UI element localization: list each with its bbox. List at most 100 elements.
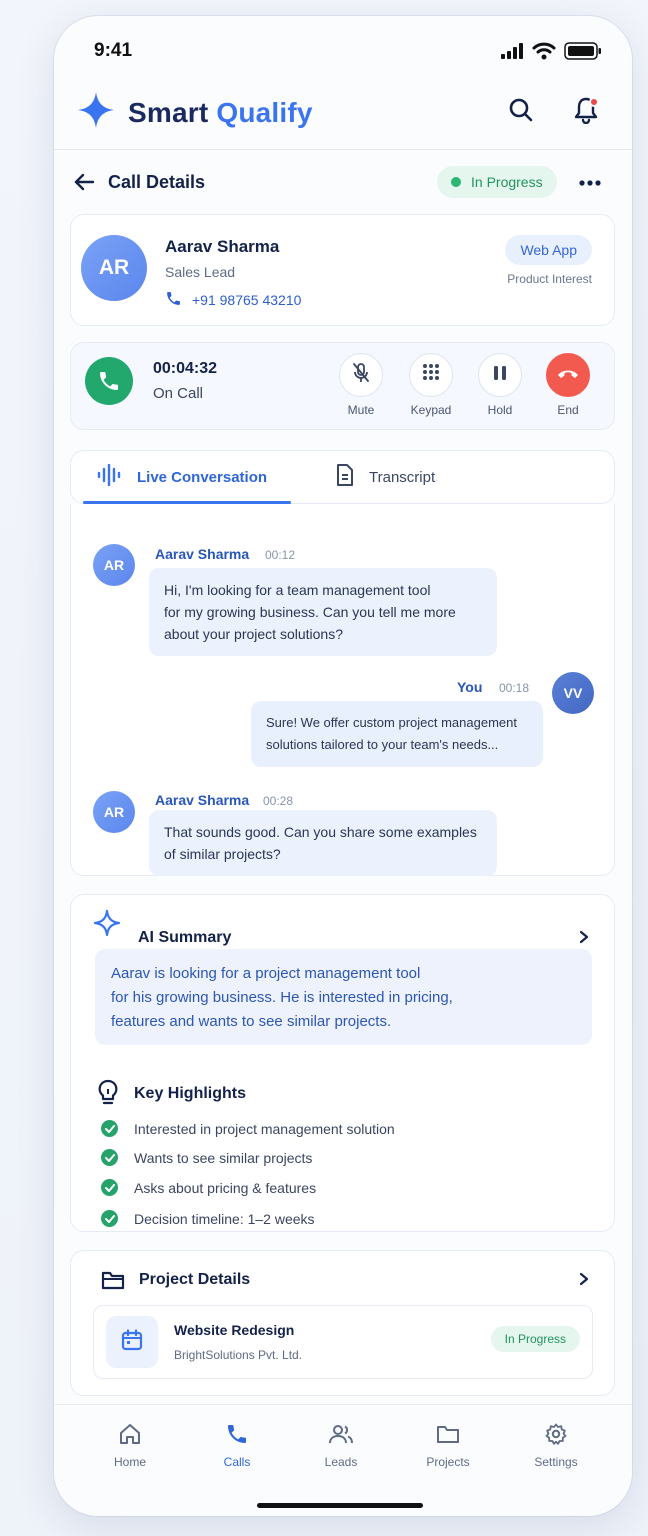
message-text-line: solutions tailored to your team's needs.… bbox=[266, 737, 499, 752]
message-time: 00:18 bbox=[499, 681, 530, 695]
status-time: 9:41 bbox=[94, 40, 133, 61]
message-avatar: AR bbox=[93, 544, 135, 586]
project-details-card: Project Details Website Redesign BrightS… bbox=[70, 1250, 615, 1396]
tab-transcript-label: Transcript bbox=[369, 468, 436, 486]
nav-item-calls[interactable]: Calls bbox=[197, 1421, 277, 1469]
nav-item-projects[interactable]: Projects bbox=[408, 1421, 488, 1469]
message-time: 00:12 bbox=[265, 548, 296, 562]
ai-summary-text: Aarav is looking for a project managemen… bbox=[95, 949, 592, 1045]
battery-icon bbox=[564, 42, 602, 65]
tab-live-label: Live Conversation bbox=[137, 468, 268, 486]
highlight-item: Interested in project management solutio… bbox=[101, 1120, 395, 1137]
status-bar: 9:41 bbox=[54, 16, 632, 86]
hold-button-circle[interactable] bbox=[478, 353, 522, 397]
app-title-main: Smart bbox=[128, 96, 209, 128]
mute-button[interactable]: Mute bbox=[331, 353, 391, 417]
home-indicator bbox=[257, 1503, 423, 1508]
settings-icon bbox=[516, 1421, 596, 1447]
call-status-badge: In Progress bbox=[437, 166, 557, 198]
message-time: 00:28 bbox=[263, 794, 294, 808]
mute-label: Mute bbox=[347, 403, 375, 417]
message-text-line: Hi, I'm looking for a team management to… bbox=[164, 582, 431, 598]
contact-avatar: AR bbox=[81, 235, 147, 301]
nav-label-home: Home bbox=[113, 1455, 146, 1469]
message-sender: Aarav Sharma bbox=[155, 546, 250, 562]
check-icon bbox=[101, 1149, 118, 1166]
nav-label-settings: Settings bbox=[534, 1455, 578, 1469]
nav-label-projects: Projects bbox=[426, 1455, 470, 1469]
chevron-right-icon bbox=[579, 1272, 589, 1291]
call-state: On Call bbox=[153, 385, 204, 402]
contact-name: Aarav Sharma bbox=[165, 237, 280, 256]
app-title: Smart Qualify bbox=[128, 97, 313, 129]
conversation-panel: AR Aarav Sharma 00:12 Hi, I'm looking fo… bbox=[70, 504, 615, 876]
conversation-tabs: Live Conversation Transcript bbox=[70, 450, 615, 504]
project-item[interactable]: Website Redesign BrightSolutions Pvt. Lt… bbox=[93, 1305, 593, 1379]
folder-icon bbox=[101, 1269, 125, 1296]
nav-item-leads[interactable]: Leads bbox=[301, 1421, 381, 1469]
ai-summary-title: AI Summary bbox=[138, 929, 232, 946]
more-button[interactable] bbox=[574, 166, 606, 198]
keypad-label: Keypad bbox=[410, 403, 452, 417]
document-icon bbox=[335, 463, 355, 491]
message-text-line: Sure! We offer custom project management bbox=[266, 715, 517, 730]
search-button[interactable] bbox=[501, 92, 541, 132]
message-sender: Aarav Sharma bbox=[155, 792, 250, 808]
notification-dot bbox=[589, 97, 599, 107]
end-call-icon bbox=[556, 366, 580, 384]
project-icon bbox=[106, 1316, 158, 1368]
mic-off-icon bbox=[351, 362, 371, 389]
keypad-button-circle[interactable] bbox=[409, 353, 453, 397]
call-control-card: 00:04:32 On Call Mute Keypad Hold End bbox=[70, 342, 615, 430]
hold-button[interactable]: Hold bbox=[470, 353, 530, 417]
bottom-nav: Home Calls Leads Projects Settings bbox=[54, 1404, 632, 1516]
message-text-line: of similar projects? bbox=[164, 846, 281, 862]
message-text-line: about your project solutions? bbox=[164, 626, 343, 642]
status-dot bbox=[451, 177, 461, 187]
contact-phone-number: +91 98765 43210 bbox=[192, 292, 302, 308]
waveform-icon bbox=[97, 463, 123, 490]
product-interest-chip: Web App bbox=[505, 235, 592, 265]
tab-transcript[interactable]: Transcript bbox=[335, 451, 435, 503]
users-icon bbox=[301, 1421, 381, 1447]
phone-frame: 9:41 Smart Qualify Call Details In Progr… bbox=[54, 16, 632, 1516]
back-button[interactable] bbox=[70, 170, 98, 198]
app-title-accent: Qualify bbox=[216, 96, 313, 128]
highlight-text: Decision timeline: 1–2 weeks bbox=[134, 1210, 315, 1227]
message-text-line: for my growing business. Can you tell me… bbox=[164, 604, 456, 620]
nav-item-settings[interactable]: Settings bbox=[516, 1421, 596, 1469]
back-arrow-icon bbox=[73, 173, 95, 196]
highlight-item: Decision timeline: 1–2 weeks bbox=[101, 1210, 315, 1227]
ai-summary-card: AI Summary Aarav is looking for a projec… bbox=[70, 894, 615, 1232]
calendar-icon bbox=[120, 1328, 144, 1357]
lightbulb-icon bbox=[97, 1079, 119, 1112]
project-details-expand-button[interactable] bbox=[574, 1271, 594, 1291]
project-company: BrightSolutions Pvt. Ltd. bbox=[174, 1348, 303, 1362]
message-sender-you: You bbox=[457, 679, 483, 695]
contact-role: Sales Lead bbox=[165, 264, 236, 280]
project-name: Website Redesign bbox=[174, 1322, 295, 1338]
phone-icon bbox=[165, 290, 182, 310]
end-call-button[interactable]: End bbox=[538, 353, 598, 417]
message-bubble-you: Sure! We offer custom project management… bbox=[251, 701, 543, 767]
end-call-button-circle[interactable] bbox=[546, 353, 590, 397]
chevron-right-icon bbox=[579, 930, 589, 949]
message-text-line: That sounds good. Can you share some exa… bbox=[164, 824, 477, 840]
message-avatar: AR bbox=[93, 791, 135, 833]
product-interest-label: Product Interest bbox=[507, 272, 592, 286]
keypad-button[interactable]: Keypad bbox=[401, 353, 461, 417]
contact-phone[interactable]: +91 98765 43210 bbox=[165, 290, 301, 310]
pause-icon bbox=[493, 365, 507, 386]
key-highlights-title: Key Highlights bbox=[134, 1085, 247, 1102]
nav-label-calls: Calls bbox=[223, 1455, 251, 1469]
more-icon bbox=[579, 173, 601, 191]
message-bubble: Hi, I'm looking for a team management to… bbox=[149, 568, 497, 656]
signal-icon bbox=[500, 43, 524, 64]
ai-summary-expand-button[interactable] bbox=[574, 929, 594, 949]
tab-live-conversation[interactable]: Live Conversation bbox=[97, 451, 267, 503]
sub-header: Call Details In Progress bbox=[54, 164, 632, 204]
mute-button-circle[interactable] bbox=[339, 353, 383, 397]
project-details-title: Project Details bbox=[139, 1271, 251, 1288]
nav-item-home[interactable]: Home bbox=[90, 1421, 170, 1469]
notifications-button[interactable] bbox=[566, 92, 606, 132]
